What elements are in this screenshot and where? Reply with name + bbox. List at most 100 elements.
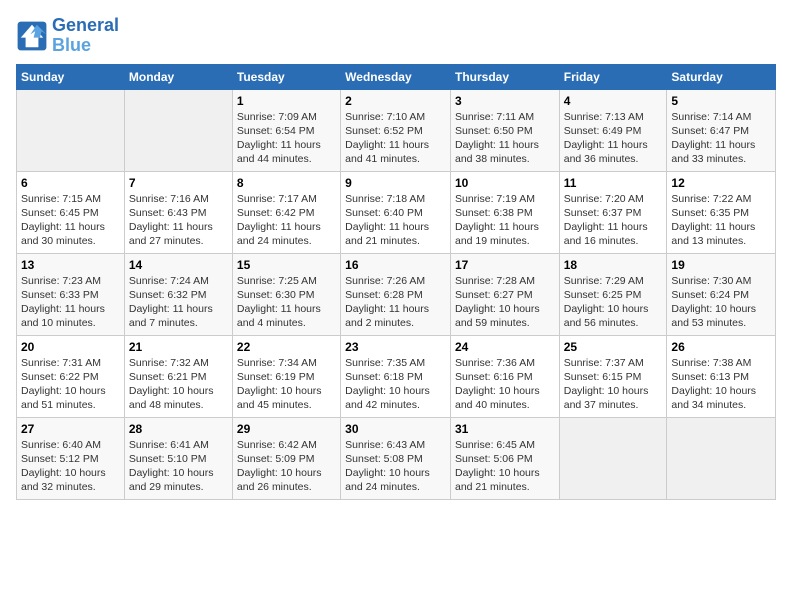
cell-content: Sunrise: 7:30 AMSunset: 6:24 PMDaylight:…	[671, 274, 771, 331]
day-number: 31	[455, 422, 555, 436]
day-number: 27	[21, 422, 120, 436]
day-number: 11	[564, 176, 663, 190]
day-number: 9	[345, 176, 446, 190]
day-header-wednesday: Wednesday	[341, 64, 451, 89]
cell-content: Sunrise: 7:18 AMSunset: 6:40 PMDaylight:…	[345, 192, 446, 249]
cell-content: Sunrise: 6:42 AMSunset: 5:09 PMDaylight:…	[237, 438, 336, 495]
cell-content: Sunrise: 6:41 AMSunset: 5:10 PMDaylight:…	[129, 438, 228, 495]
calendar-cell: 23 Sunrise: 7:35 AMSunset: 6:18 PMDayligh…	[341, 335, 451, 417]
calendar-week-row: 13 Sunrise: 7:23 AMSunset: 6:33 PMDayligh…	[17, 253, 776, 335]
day-number: 4	[564, 94, 663, 108]
logo-icon	[16, 20, 48, 52]
calendar-cell: 30 Sunrise: 6:43 AMSunset: 5:08 PMDayligh…	[341, 417, 451, 499]
cell-content: Sunrise: 6:45 AMSunset: 5:06 PMDaylight:…	[455, 438, 555, 495]
cell-content: Sunrise: 7:10 AMSunset: 6:52 PMDaylight:…	[345, 110, 446, 167]
cell-content: Sunrise: 7:22 AMSunset: 6:35 PMDaylight:…	[671, 192, 771, 249]
calendar-week-row: 27 Sunrise: 6:40 AMSunset: 5:12 PMDayligh…	[17, 417, 776, 499]
cell-content: Sunrise: 7:26 AMSunset: 6:28 PMDaylight:…	[345, 274, 446, 331]
calendar-cell: 18 Sunrise: 7:29 AMSunset: 6:25 PMDayligh…	[559, 253, 667, 335]
day-header-friday: Friday	[559, 64, 667, 89]
calendar-cell: 19Sunrise: 7:30 AMSunset: 6:24 PMDayligh…	[667, 253, 776, 335]
day-header-tuesday: Tuesday	[232, 64, 340, 89]
day-number: 8	[237, 176, 336, 190]
cell-content: Sunrise: 7:19 AMSunset: 6:38 PMDaylight:…	[455, 192, 555, 249]
calendar-cell: 24Sunrise: 7:36 AMSunset: 6:16 PMDayligh…	[450, 335, 559, 417]
calendar-cell: 10Sunrise: 7:19 AMSunset: 6:38 PMDayligh…	[450, 171, 559, 253]
calendar-cell: 8 Sunrise: 7:17 AMSunset: 6:42 PMDaylight…	[232, 171, 340, 253]
calendar-cell: 29 Sunrise: 6:42 AMSunset: 5:09 PMDayligh…	[232, 417, 340, 499]
calendar-week-row: 1Sunrise: 7:09 AMSunset: 6:54 PMDaylight…	[17, 89, 776, 171]
cell-content: Sunrise: 7:17 AMSunset: 6:42 PMDaylight:…	[237, 192, 336, 249]
day-number: 21	[129, 340, 228, 354]
logo-text: General Blue	[52, 16, 119, 56]
calendar-cell	[667, 417, 776, 499]
calendar-cell: 6 Sunrise: 7:15 AMSunset: 6:45 PMDaylight…	[17, 171, 125, 253]
day-number: 29	[237, 422, 336, 436]
page-header: General Blue	[16, 16, 776, 56]
day-number: 15	[237, 258, 336, 272]
day-number: 18	[564, 258, 663, 272]
calendar-cell	[124, 89, 232, 171]
calendar-cell: 3 Sunrise: 7:11 AMSunset: 6:50 PMDaylight…	[450, 89, 559, 171]
calendar-cell: 1Sunrise: 7:09 AMSunset: 6:54 PMDaylight…	[232, 89, 340, 171]
day-header-sunday: Sunday	[17, 64, 125, 89]
calendar-cell: 14 Sunrise: 7:24 AMSunset: 6:32 PMDayligh…	[124, 253, 232, 335]
cell-content: Sunrise: 7:37 AMSunset: 6:15 PMDaylight:…	[564, 356, 663, 413]
calendar-cell: 28 Sunrise: 6:41 AMSunset: 5:10 PMDayligh…	[124, 417, 232, 499]
calendar-cell	[559, 417, 667, 499]
day-number: 22	[237, 340, 336, 354]
calendar-week-row: 20 Sunrise: 7:31 AMSunset: 6:22 PMDayligh…	[17, 335, 776, 417]
calendar-cell: 13 Sunrise: 7:23 AMSunset: 6:33 PMDayligh…	[17, 253, 125, 335]
cell-content: Sunrise: 7:32 AMSunset: 6:21 PMDaylight:…	[129, 356, 228, 413]
day-number: 5	[671, 94, 771, 108]
calendar-cell	[17, 89, 125, 171]
day-number: 30	[345, 422, 446, 436]
calendar-cell: 21 Sunrise: 7:32 AMSunset: 6:21 PMDayligh…	[124, 335, 232, 417]
day-number: 28	[129, 422, 228, 436]
day-number: 25	[564, 340, 663, 354]
day-number: 13	[21, 258, 120, 272]
day-header-thursday: Thursday	[450, 64, 559, 89]
cell-content: Sunrise: 7:15 AMSunset: 6:45 PMDaylight:…	[21, 192, 120, 249]
cell-content: Sunrise: 7:36 AMSunset: 6:16 PMDaylight:…	[455, 356, 555, 413]
logo: General Blue	[16, 16, 119, 56]
day-number: 7	[129, 176, 228, 190]
calendar-cell: 22Sunrise: 7:34 AMSunset: 6:19 PMDayligh…	[232, 335, 340, 417]
cell-content: Sunrise: 7:13 AMSunset: 6:49 PMDaylight:…	[564, 110, 663, 167]
calendar-cell: 15Sunrise: 7:25 AMSunset: 6:30 PMDayligh…	[232, 253, 340, 335]
calendar-cell: 16 Sunrise: 7:26 AMSunset: 6:28 PMDayligh…	[341, 253, 451, 335]
calendar-cell: 2 Sunrise: 7:10 AMSunset: 6:52 PMDaylight…	[341, 89, 451, 171]
calendar-cell: 4 Sunrise: 7:13 AMSunset: 6:49 PMDaylight…	[559, 89, 667, 171]
day-number: 16	[345, 258, 446, 272]
cell-content: Sunrise: 6:40 AMSunset: 5:12 PMDaylight:…	[21, 438, 120, 495]
day-header-saturday: Saturday	[667, 64, 776, 89]
cell-content: Sunrise: 7:31 AMSunset: 6:22 PMDaylight:…	[21, 356, 120, 413]
calendar-cell: 12Sunrise: 7:22 AMSunset: 6:35 PMDayligh…	[667, 171, 776, 253]
calendar-table: SundayMondayTuesdayWednesdayThursdayFrid…	[16, 64, 776, 500]
cell-content: Sunrise: 7:35 AMSunset: 6:18 PMDaylight:…	[345, 356, 446, 413]
day-number: 23	[345, 340, 446, 354]
calendar-cell: 26Sunrise: 7:38 AMSunset: 6:13 PMDayligh…	[667, 335, 776, 417]
day-number: 17	[455, 258, 555, 272]
day-number: 2	[345, 94, 446, 108]
calendar-header-row: SundayMondayTuesdayWednesdayThursdayFrid…	[17, 64, 776, 89]
calendar-cell: 11 Sunrise: 7:20 AMSunset: 6:37 PMDayligh…	[559, 171, 667, 253]
calendar-cell: 25 Sunrise: 7:37 AMSunset: 6:15 PMDayligh…	[559, 335, 667, 417]
day-number: 6	[21, 176, 120, 190]
cell-content: Sunrise: 7:28 AMSunset: 6:27 PMDaylight:…	[455, 274, 555, 331]
day-number: 14	[129, 258, 228, 272]
cell-content: Sunrise: 7:20 AMSunset: 6:37 PMDaylight:…	[564, 192, 663, 249]
day-number: 1	[237, 94, 336, 108]
cell-content: Sunrise: 7:14 AMSunset: 6:47 PMDaylight:…	[671, 110, 771, 167]
day-number: 3	[455, 94, 555, 108]
day-number: 20	[21, 340, 120, 354]
calendar-cell: 20 Sunrise: 7:31 AMSunset: 6:22 PMDayligh…	[17, 335, 125, 417]
calendar-cell: 5 Sunrise: 7:14 AMSunset: 6:47 PMDaylight…	[667, 89, 776, 171]
cell-content: Sunrise: 7:24 AMSunset: 6:32 PMDaylight:…	[129, 274, 228, 331]
cell-content: Sunrise: 7:23 AMSunset: 6:33 PMDaylight:…	[21, 274, 120, 331]
cell-content: Sunrise: 7:11 AMSunset: 6:50 PMDaylight:…	[455, 110, 555, 167]
cell-content: Sunrise: 7:29 AMSunset: 6:25 PMDaylight:…	[564, 274, 663, 331]
cell-content: Sunrise: 7:38 AMSunset: 6:13 PMDaylight:…	[671, 356, 771, 413]
cell-content: Sunrise: 6:43 AMSunset: 5:08 PMDaylight:…	[345, 438, 446, 495]
cell-content: Sunrise: 7:16 AMSunset: 6:43 PMDaylight:…	[129, 192, 228, 249]
